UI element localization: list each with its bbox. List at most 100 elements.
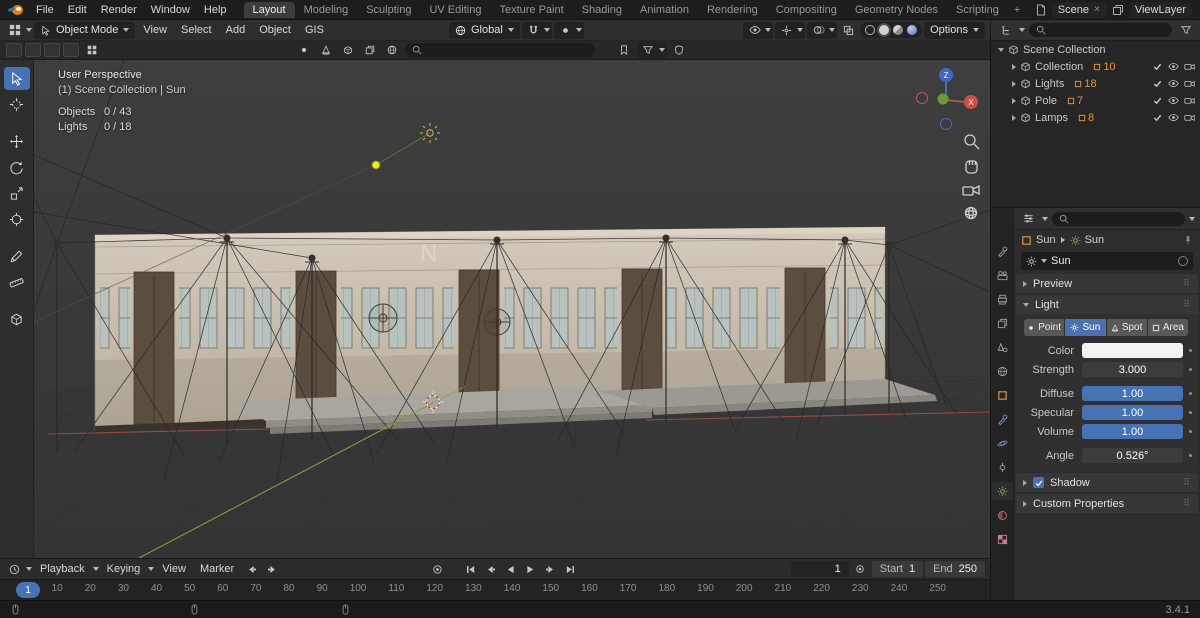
tab-view-layer[interactable] bbox=[992, 314, 1013, 332]
snap-chevron-icon[interactable] bbox=[543, 28, 550, 32]
tab-render[interactable] bbox=[992, 266, 1013, 284]
properties-editor-type-button[interactable] bbox=[1019, 210, 1038, 227]
animate-dot-icon[interactable] bbox=[1189, 349, 1192, 352]
keying-set-dot-icon[interactable] bbox=[851, 561, 870, 578]
tool-search-input[interactable] bbox=[404, 43, 595, 57]
filter-chevron-icon[interactable] bbox=[658, 48, 665, 52]
tab-compositing[interactable]: Compositing bbox=[767, 2, 846, 18]
overlays-icon[interactable] bbox=[809, 22, 828, 39]
shading-rendered-button[interactable] bbox=[907, 25, 918, 35]
auto-keying-button[interactable] bbox=[428, 561, 447, 578]
shading-solid-button[interactable] bbox=[879, 25, 890, 35]
gizmo-y-axis[interactable] bbox=[937, 93, 949, 105]
jump-prev-marker-button[interactable] bbox=[242, 561, 261, 578]
tool-option-cone-icon[interactable] bbox=[317, 42, 336, 59]
volume-slider[interactable]: 1.00 bbox=[1082, 424, 1183, 439]
tab-output[interactable] bbox=[992, 290, 1013, 308]
shadow-checkbox[interactable] bbox=[1033, 477, 1044, 488]
transform-orientation-dropdown[interactable]: Global bbox=[448, 21, 520, 39]
outliner-filter-icon[interactable] bbox=[1176, 22, 1195, 39]
snap-magnet-icon[interactable] bbox=[524, 22, 543, 39]
navigation-gizmo[interactable]: Z X bbox=[916, 68, 979, 130]
tab-rendering[interactable]: Rendering bbox=[698, 2, 767, 18]
outliner-row-pole[interactable]: Pole 7 bbox=[991, 92, 1200, 109]
outliner-row-lights[interactable]: Lights 18 bbox=[991, 75, 1200, 92]
3d-viewport[interactable]: N N bbox=[34, 60, 990, 558]
menu-gis[interactable]: GIS bbox=[299, 23, 330, 37]
shading-wireframe-button[interactable] bbox=[865, 25, 876, 35]
animate-dot-icon[interactable] bbox=[1189, 430, 1192, 433]
tool-rotate[interactable] bbox=[4, 156, 30, 179]
menu-help[interactable]: Help bbox=[197, 3, 234, 17]
tab-sculpting[interactable]: Sculpting bbox=[357, 2, 420, 18]
jump-to-start-button[interactable] bbox=[461, 561, 480, 578]
menu-view-timeline[interactable]: View bbox=[156, 562, 192, 576]
disclosure-icon[interactable] bbox=[998, 47, 1004, 52]
disclosure-icon[interactable] bbox=[1012, 114, 1016, 121]
breadcrumb-object[interactable]: Sun bbox=[1036, 234, 1056, 246]
panel-grip-icon[interactable]: ⠿ bbox=[1183, 278, 1191, 289]
tool-cursor[interactable] bbox=[4, 93, 30, 116]
scene-unlink-icon[interactable]: × bbox=[1093, 4, 1101, 15]
menu-playback[interactable]: Playback bbox=[34, 562, 91, 576]
menu-view[interactable]: View bbox=[137, 23, 173, 37]
gizmo-minus-x-axis[interactable] bbox=[916, 92, 928, 104]
checkbox-toggle[interactable] bbox=[1151, 95, 1163, 107]
play-reverse-button[interactable] bbox=[501, 561, 520, 578]
light-name-field[interactable]: Sun bbox=[1021, 252, 1193, 270]
eye-toggle[interactable] bbox=[1167, 112, 1179, 124]
editor-type-chevron-icon[interactable] bbox=[26, 28, 32, 32]
filter-funnel-icon[interactable] bbox=[639, 42, 658, 59]
gizmo-minus-z-axis[interactable] bbox=[940, 118, 952, 130]
viewlayer-selector[interactable]: ViewLayer bbox=[1128, 1, 1192, 18]
pin-icon[interactable] bbox=[1183, 235, 1193, 245]
proportional-edit-icon[interactable] bbox=[556, 22, 575, 39]
visibility-chevron-icon[interactable] bbox=[765, 28, 772, 32]
eye-toggle[interactable] bbox=[1167, 95, 1179, 107]
tab-modifiers[interactable] bbox=[992, 410, 1013, 428]
tool-setting-swatch-2[interactable] bbox=[25, 43, 41, 57]
menu-object[interactable]: Object bbox=[253, 23, 297, 37]
properties-filter-chevron-icon[interactable] bbox=[1189, 216, 1195, 221]
diffuse-slider[interactable]: 1.00 bbox=[1082, 386, 1183, 401]
panel-grip-icon[interactable]: ⠿ bbox=[1183, 498, 1191, 509]
animate-dot-icon[interactable] bbox=[1189, 368, 1192, 371]
outliner-row-lamps[interactable]: Lamps 8 bbox=[991, 109, 1200, 126]
tool-option-globe-icon[interactable] bbox=[383, 42, 402, 59]
timeline-editor-chevron-icon[interactable] bbox=[26, 567, 32, 571]
blender-logo-icon[interactable] bbox=[7, 4, 25, 16]
menu-select[interactable]: Select bbox=[175, 23, 218, 37]
jump-to-end-button[interactable] bbox=[561, 561, 580, 578]
camera-toggle[interactable] bbox=[1183, 112, 1195, 124]
tab-material[interactable] bbox=[992, 506, 1013, 524]
outliner-search-input[interactable] bbox=[1029, 23, 1172, 37]
tool-transform[interactable] bbox=[4, 208, 30, 231]
animate-dot-icon[interactable] bbox=[1189, 392, 1192, 395]
tool-setting-menu-icon[interactable] bbox=[82, 42, 101, 59]
tab-tool[interactable] bbox=[992, 242, 1013, 260]
menu-add[interactable]: Add bbox=[220, 23, 252, 37]
light-type-point[interactable]: Point bbox=[1024, 319, 1065, 336]
tab-geometry-nodes[interactable]: Geometry Nodes bbox=[846, 2, 947, 18]
overlays-chevron-icon[interactable] bbox=[829, 28, 836, 32]
tab-constraints[interactable] bbox=[992, 458, 1013, 476]
tool-move[interactable] bbox=[4, 130, 30, 153]
panel-preview-header[interactable]: Preview ⠿ bbox=[1016, 274, 1198, 293]
tool-option-sphere-icon[interactable] bbox=[295, 42, 314, 59]
browse-viewlayer-icon[interactable] bbox=[1112, 4, 1124, 16]
tool-add-cube[interactable] bbox=[4, 308, 30, 331]
tab-layout[interactable]: Layout bbox=[243, 1, 295, 18]
jump-next-marker-button[interactable] bbox=[263, 561, 282, 578]
mode-dropdown[interactable]: Object Mode bbox=[34, 21, 136, 39]
timeline-editor-type-button[interactable] bbox=[5, 561, 24, 578]
color-swatch[interactable] bbox=[1082, 343, 1183, 358]
outliner-row-collection[interactable]: Collection 10 bbox=[991, 58, 1200, 75]
show-hide-eye-icon[interactable] bbox=[745, 22, 764, 39]
disclosure-icon[interactable] bbox=[1012, 97, 1016, 104]
tool-option-box-icon[interactable] bbox=[339, 42, 358, 59]
prev-keyframe-button[interactable] bbox=[481, 561, 500, 578]
tab-world[interactable] bbox=[992, 362, 1013, 380]
tab-scripting[interactable]: Scripting bbox=[947, 2, 1008, 18]
menu-file[interactable]: File bbox=[29, 3, 61, 17]
breadcrumb-data[interactable]: Sun bbox=[1085, 234, 1105, 246]
